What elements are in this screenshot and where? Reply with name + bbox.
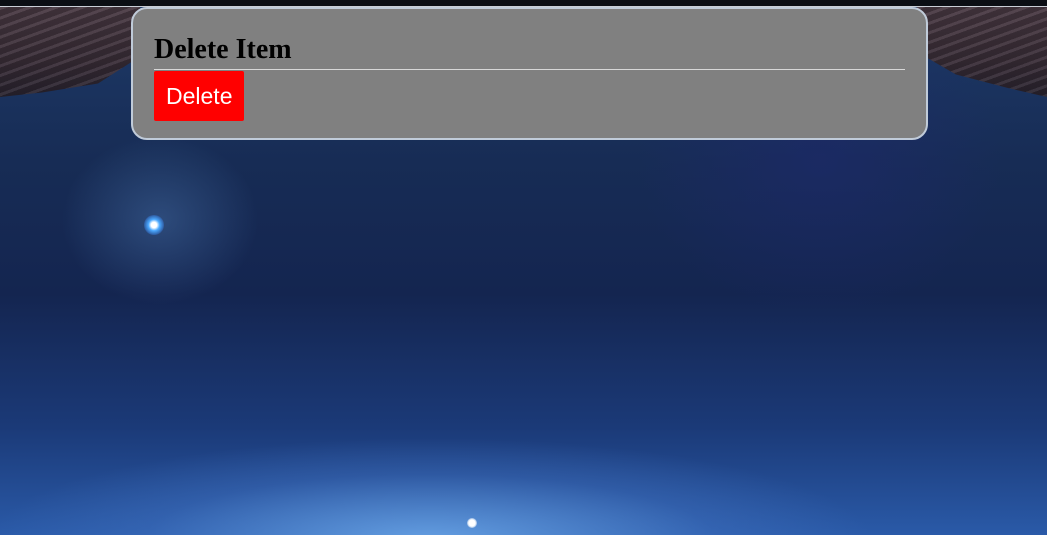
delete-item-panel: Delete Item Delete [131,7,928,140]
white-light-dot [467,518,477,528]
delete-button[interactable]: Delete [154,71,245,121]
starship-hull-left [0,7,140,97]
starship-hull-right [917,7,1047,97]
top-edge-strip [0,0,1047,7]
panel-title: Delete Item [154,31,905,70]
blue-light-glow [144,215,164,235]
